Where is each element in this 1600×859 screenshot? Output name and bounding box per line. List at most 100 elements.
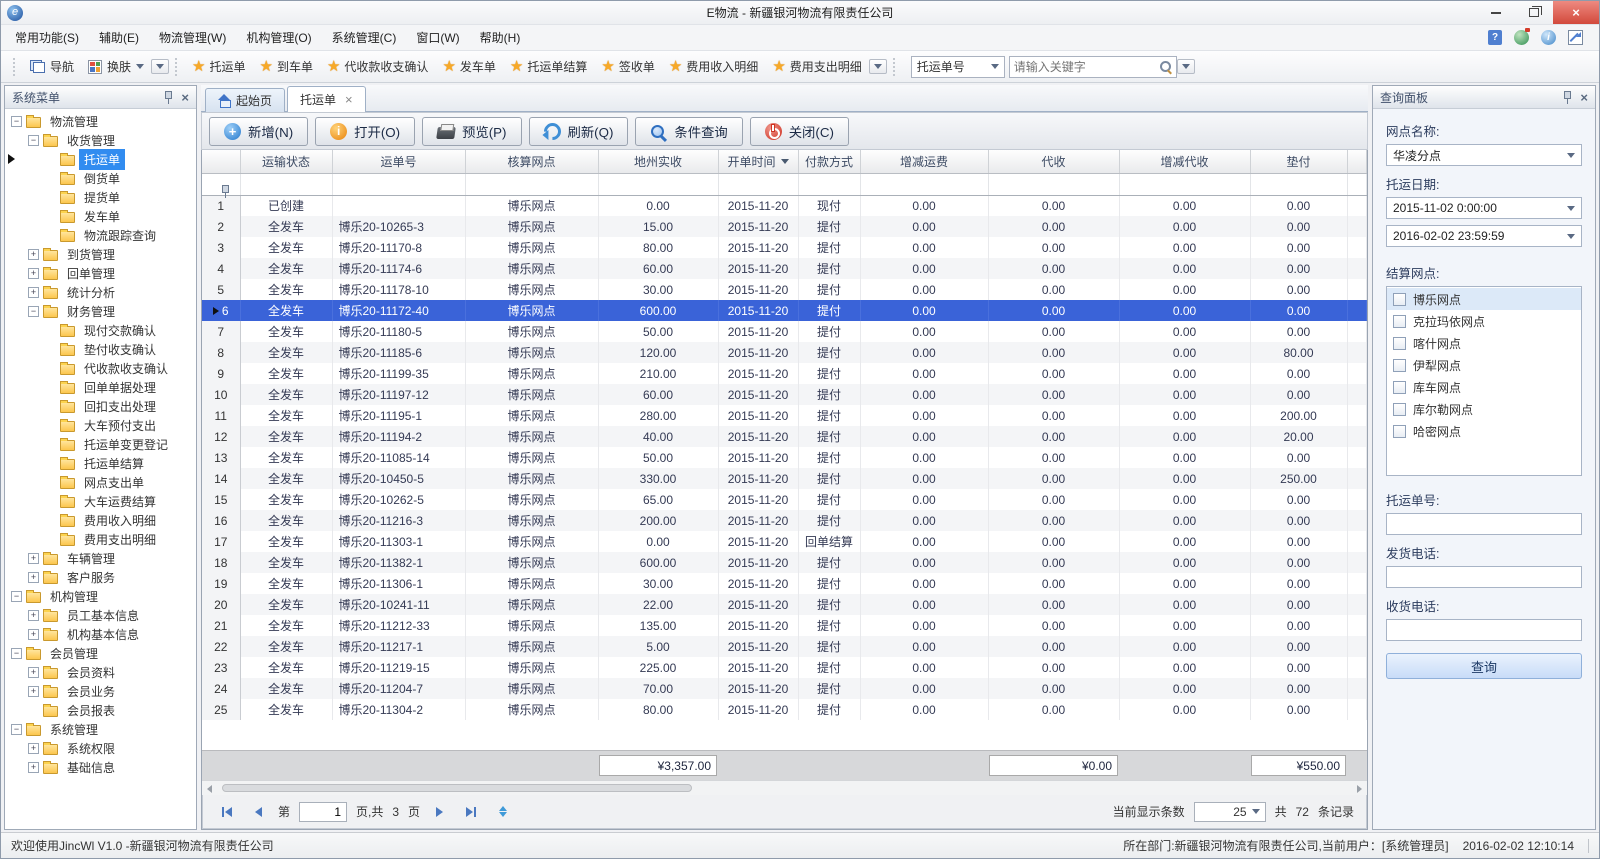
cell[interactable]: 0.00 (988, 258, 1119, 279)
cell[interactable]: 2015-11-20 (718, 237, 798, 258)
cell[interactable]: 280.00 (598, 405, 718, 426)
settle-site-item[interactable]: 库车网点 (1387, 376, 1581, 398)
sidebar-item[interactable]: −会员管理 (5, 644, 196, 663)
cell[interactable]: 博乐20-11194-2 (332, 426, 465, 447)
cell[interactable]: 0.00 (860, 279, 988, 300)
tree-expander-icon[interactable]: − (11, 591, 22, 602)
cell[interactable]: 2015-11-20 (718, 510, 798, 531)
next-page-button[interactable] (429, 807, 450, 817)
page-size-select[interactable]: 25 (1194, 802, 1266, 822)
menu-item[interactable]: 帮助(H) (470, 24, 531, 51)
cell[interactable]: 0.00 (988, 195, 1119, 216)
previous-page-button[interactable] (248, 807, 269, 817)
cell[interactable]: 2015-11-20 (718, 657, 798, 678)
table-row[interactable]: 17全发车博乐20-11303-1博乐网点0.002015-11-20回单结算0… (202, 531, 1367, 552)
filter-cell[interactable] (1119, 173, 1250, 195)
table-row[interactable]: 20全发车博乐20-10241-11博乐网点22.002015-11-20提付0… (202, 594, 1367, 615)
sidebar-item[interactable]: 大车运费结算 (5, 492, 196, 511)
skin-button[interactable]: 换肤 (81, 55, 151, 78)
sidebar-item[interactable]: 物流跟踪查询 (5, 226, 196, 245)
sidebar-item[interactable]: 现付交款确认 (5, 321, 196, 340)
cell[interactable]: 博乐网点 (465, 636, 598, 657)
sidebar-item[interactable]: −财务管理 (5, 302, 196, 321)
table-row[interactable]: 15全发车博乐20-10262-5博乐网点65.002015-11-20提付0.… (202, 489, 1367, 510)
cell[interactable]: 20.00 (1250, 426, 1347, 447)
row-number-cell[interactable]: 11 (202, 405, 240, 426)
horizontal-scrollbar[interactable] (202, 780, 1367, 795)
cell[interactable]: 0.00 (988, 573, 1119, 594)
tree-expander-icon[interactable]: − (11, 648, 22, 659)
tree-expander-icon[interactable]: + (28, 553, 39, 564)
row-number-cell[interactable]: 3 (202, 237, 240, 258)
cell[interactable]: 2015-11-20 (718, 447, 798, 468)
cell[interactable]: 0.00 (1250, 636, 1347, 657)
cell[interactable]: 提付 (798, 384, 860, 405)
cell[interactable]: 0.00 (1250, 594, 1347, 615)
cell[interactable]: 40.00 (598, 426, 718, 447)
tree-expander-icon[interactable]: − (28, 135, 39, 146)
sidebar-item[interactable]: −系统管理 (5, 720, 196, 739)
cell[interactable]: 提付 (798, 447, 860, 468)
cell[interactable]: 0.00 (1250, 573, 1347, 594)
cell[interactable]: 2015-11-20 (718, 468, 798, 489)
cell[interactable]: 0.00 (988, 552, 1119, 573)
favorite-shortcut[interactable]: ★托运单 (185, 58, 252, 75)
cell[interactable]: 0.00 (1250, 384, 1347, 405)
cell[interactable]: 全发车 (240, 237, 332, 258)
cell[interactable]: 0.00 (860, 468, 988, 489)
column-header[interactable]: 运输状态 (240, 150, 332, 173)
row-number-cell[interactable]: 16 (202, 510, 240, 531)
cell[interactable]: 250.00 (1250, 468, 1347, 489)
cell[interactable]: 全发车 (240, 573, 332, 594)
cell[interactable]: 0.00 (1250, 531, 1347, 552)
table-row[interactable]: 19全发车博乐20-11306-1博乐网点30.002015-11-20提付0.… (202, 573, 1367, 594)
cell[interactable]: 提付 (798, 468, 860, 489)
cell[interactable]: 0.00 (1250, 678, 1347, 699)
tree-expander-icon[interactable]: − (11, 116, 22, 127)
cell[interactable]: 博乐网点 (465, 699, 598, 720)
cell[interactable]: 225.00 (598, 657, 718, 678)
cell[interactable]: 0.00 (860, 678, 988, 699)
cell[interactable]: 博乐20-11212-33 (332, 615, 465, 636)
cell[interactable]: 全发车 (240, 678, 332, 699)
column-header[interactable] (202, 150, 240, 173)
tree-expander-icon[interactable]: − (28, 306, 39, 317)
filter-cell[interactable] (598, 173, 718, 195)
search-options-button[interactable] (1177, 59, 1195, 74)
cell[interactable]: 0.00 (1250, 615, 1347, 636)
cell[interactable]: 0.00 (1119, 615, 1250, 636)
cell[interactable]: 全发车 (240, 216, 332, 237)
keyword-search-input[interactable] (1014, 60, 1159, 74)
cell[interactable]: 全发车 (240, 405, 332, 426)
cell[interactable]: 60.00 (598, 258, 718, 279)
cell[interactable]: 博乐20-11304-2 (332, 699, 465, 720)
scrollbar-thumb[interactable] (222, 784, 692, 792)
favorite-shortcut[interactable]: ★到车单 (253, 58, 320, 75)
cell[interactable]: 提付 (798, 300, 860, 321)
cell[interactable]: 博乐20-11199-35 (332, 363, 465, 384)
cell[interactable]: 0.00 (860, 573, 988, 594)
cell[interactable]: 0.00 (1119, 300, 1250, 321)
filter-cell[interactable] (988, 173, 1119, 195)
cell[interactable]: 2015-11-20 (718, 405, 798, 426)
cell[interactable]: 0.00 (988, 426, 1119, 447)
cell[interactable]: 0.00 (860, 384, 988, 405)
favorite-shortcut[interactable]: ★签收单 (594, 58, 661, 75)
cell[interactable]: 0.00 (860, 300, 988, 321)
menu-item[interactable]: 系统管理(C) (322, 24, 407, 51)
cell[interactable]: 0.00 (1250, 699, 1347, 720)
navigation-button[interactable]: 导航 (23, 55, 81, 78)
cell[interactable]: 全发车 (240, 594, 332, 615)
column-header[interactable]: 开单时间 (718, 150, 798, 173)
cell[interactable]: 0.00 (860, 405, 988, 426)
cell[interactable]: 提付 (798, 258, 860, 279)
cell[interactable]: 0.00 (860, 321, 988, 342)
help-icon[interactable]: ? (1488, 30, 1502, 45)
cell[interactable]: 0.00 (598, 531, 718, 552)
row-number-cell[interactable]: 20 (202, 594, 240, 615)
tab-close-icon[interactable]: × (345, 95, 353, 105)
cell[interactable]: 330.00 (598, 468, 718, 489)
cell[interactable]: 80.00 (598, 237, 718, 258)
row-number-cell[interactable]: 5 (202, 279, 240, 300)
cell[interactable]: 0.00 (988, 237, 1119, 258)
